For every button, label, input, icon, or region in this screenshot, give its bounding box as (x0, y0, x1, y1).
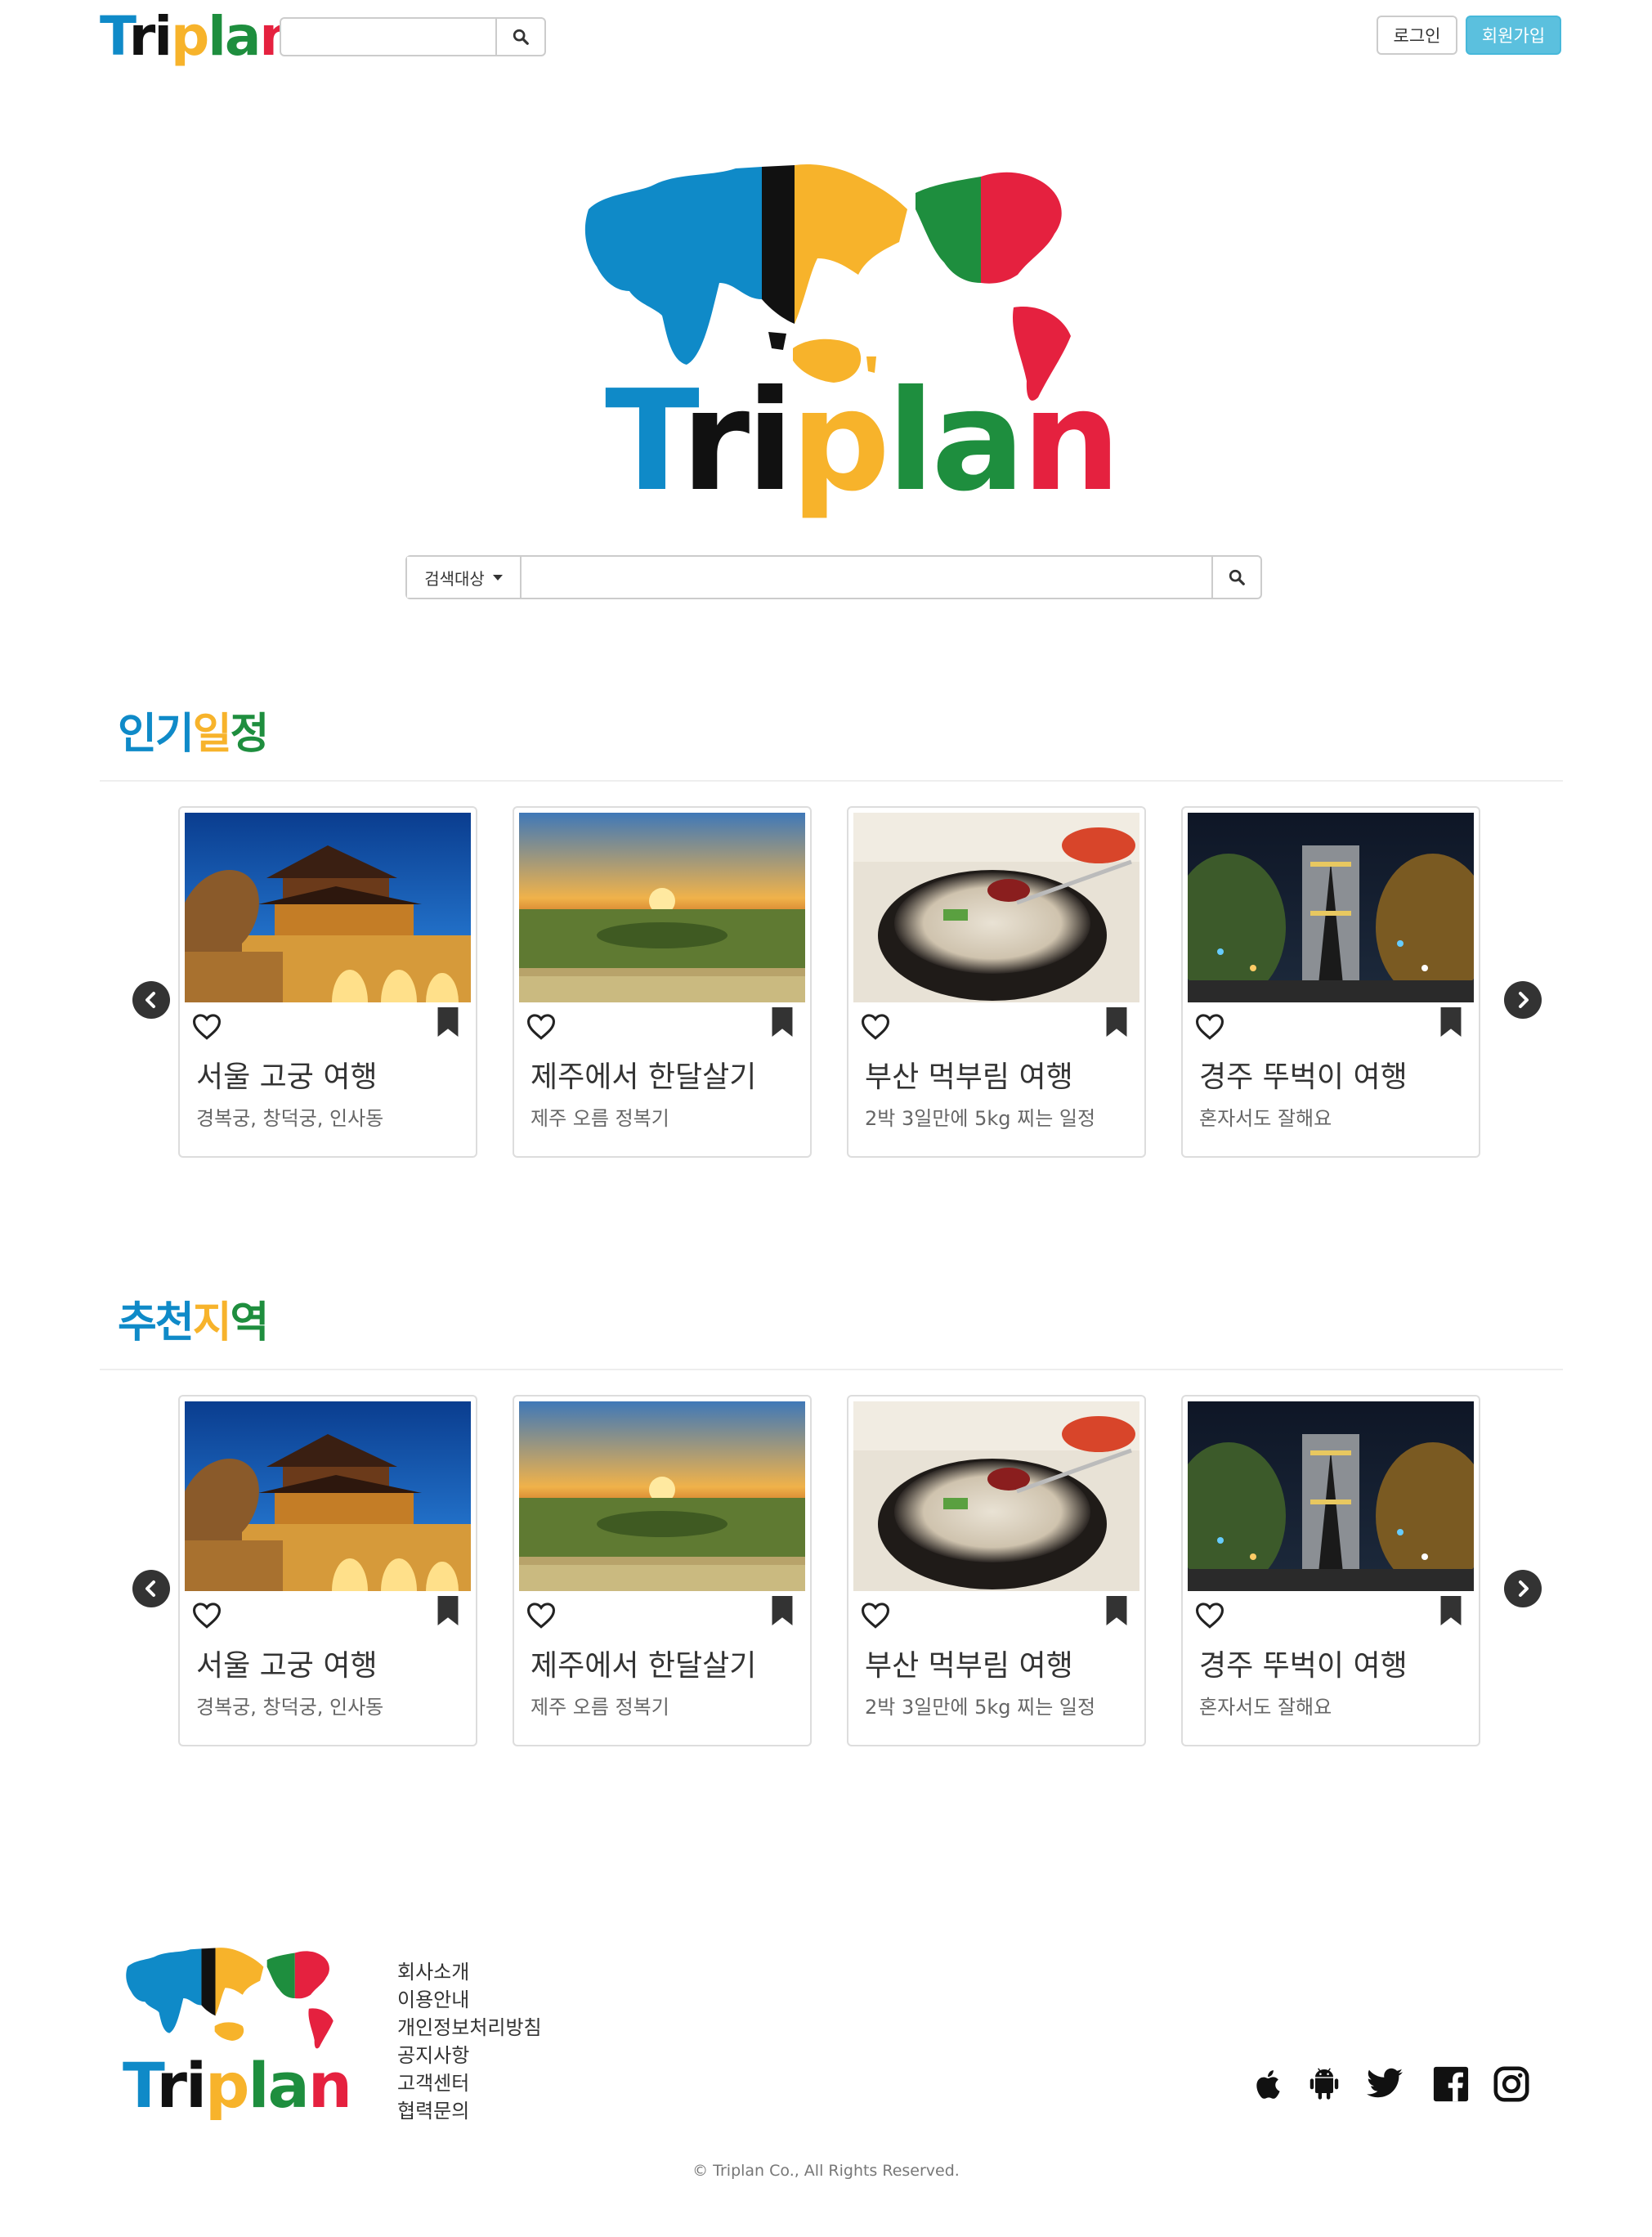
card-title: 서울 고궁 여행 (196, 1649, 378, 1683)
card-title: 제주에서 한달살기 (531, 1060, 757, 1094)
footer-map-logo (126, 1948, 334, 2049)
main-search: 검색대상 (405, 555, 1262, 599)
card-subtitle: 제주 오름 정복기 (531, 1696, 669, 1719)
trip-card[interactable]: 경주 뚜벅이 여행혼자서도 잘해요 (1181, 1395, 1480, 1746)
bookmark-icon[interactable] (1439, 1596, 1462, 1629)
section-title-part: 인기 (118, 710, 195, 759)
heart-icon[interactable] (1194, 1012, 1225, 1043)
gukbap-soup-image[interactable] (853, 813, 1139, 1002)
trip-card[interactable]: 서울 고궁 여행경복궁, 창덕궁, 인사동 (178, 806, 477, 1158)
header-search-input[interactable] (281, 19, 495, 55)
chevron-left-icon (146, 992, 155, 1008)
footer-link-notice[interactable]: 공지사항 (397, 2042, 542, 2069)
carousel-next-button[interactable] (1504, 981, 1542, 1019)
section-title-part: 일 (192, 710, 232, 759)
card-subtitle: 제주 오름 정복기 (531, 1107, 669, 1130)
bookmark-icon[interactable] (1105, 1596, 1128, 1629)
bookmark-icon[interactable] (771, 1596, 794, 1629)
footer-link-support[interactable]: 고객센터 (397, 2069, 542, 2097)
palace-night-image[interactable] (185, 813, 471, 1002)
heart-icon[interactable] (1194, 1601, 1225, 1632)
android-icon[interactable] (1306, 2064, 1342, 2104)
search-target-dropdown[interactable]: 검색대상 (407, 557, 522, 598)
trip-card[interactable]: 부산 먹부림 여행 2박 3일만에 5kg 찌는 일정 (847, 1395, 1146, 1746)
section-title-part: 역 (230, 1298, 270, 1347)
section-title-part: 지 (192, 1298, 232, 1347)
heart-icon[interactable] (526, 1601, 557, 1632)
heart-icon[interactable] (191, 1601, 222, 1632)
card-title: 부산 먹부림 여행 (865, 1649, 1073, 1683)
trip-card[interactable]: 서울 고궁 여행경복궁, 창덕궁, 인사동 (178, 1395, 477, 1746)
instagram-icon[interactable] (1493, 2064, 1530, 2104)
signup-button[interactable]: 회원가입 (1466, 16, 1561, 55)
footer-link-about[interactable]: 회사소개 (397, 1958, 542, 1986)
section-title-part: 정 (230, 710, 270, 759)
footer-link-partnership[interactable]: 협력문의 (397, 2097, 542, 2125)
copyright-text: © Triplan Co., All Rights Reserved. (692, 2162, 960, 2180)
card-title: 경주 뚜벅이 여행 (1199, 1649, 1408, 1683)
footer-link-guide[interactable]: 이용안내 (397, 1986, 542, 2014)
heart-icon[interactable] (526, 1012, 557, 1043)
card-subtitle: 경복궁, 창덕궁, 인사동 (196, 1107, 384, 1130)
bookmark-icon[interactable] (437, 1007, 459, 1040)
popular-schedules-title: 인기일정 (118, 710, 270, 759)
main-search-input[interactable] (523, 557, 1210, 598)
chevron-left-icon (146, 1580, 155, 1597)
palace-night-image[interactable] (185, 1401, 471, 1591)
main-search-button[interactable] (1211, 557, 1260, 598)
footer-logo-text: Triplan (123, 2049, 352, 2122)
apple-icon[interactable] (1251, 2064, 1287, 2104)
recommended-regions-title: 추천지역 (118, 1298, 270, 1347)
facebook-icon[interactable] (1432, 2064, 1470, 2104)
card-title: 서울 고궁 여행 (196, 1060, 378, 1094)
chevron-right-icon (1519, 1580, 1529, 1597)
gukbap-soup-image[interactable] (853, 1401, 1139, 1591)
twitter-icon[interactable] (1363, 2064, 1406, 2104)
card-subtitle: 2박 3일만에 5kg 찌는 일정 (865, 1107, 1096, 1130)
card-title: 경주 뚜벅이 여행 (1199, 1060, 1408, 1094)
header-logo[interactable]: Triplan (100, 5, 298, 69)
card-title: 부산 먹부림 여행 (865, 1060, 1073, 1094)
bookmark-icon[interactable] (771, 1007, 794, 1040)
search-target-label: 검색대상 (424, 568, 485, 589)
chevron-right-icon (1519, 992, 1529, 1008)
footer-links: 회사소개 이용안내 개인정보처리방침 공지사항 고객센터 협력문의 (397, 1958, 542, 2125)
hero-logo-text: Triplan (605, 361, 1121, 522)
bookmark-icon[interactable] (1439, 1007, 1462, 1040)
card-title: 제주에서 한달살기 (531, 1649, 757, 1683)
gyeongju-tower-image[interactable] (1188, 1401, 1474, 1591)
section-divider (100, 1369, 1563, 1370)
heart-icon[interactable] (860, 1601, 891, 1632)
header-search-button[interactable] (495, 19, 544, 55)
footer-link-privacy[interactable]: 개인정보처리방침 (397, 2014, 542, 2042)
login-button[interactable]: 로그인 (1377, 16, 1457, 55)
bookmark-icon[interactable] (1105, 1007, 1128, 1040)
gyeongju-tower-image[interactable] (1188, 813, 1474, 1002)
card-subtitle: 혼자서도 잘해요 (1199, 1696, 1332, 1719)
trip-card[interactable]: 제주에서 한달살기제주 오름 정복기 (513, 1395, 812, 1746)
search-icon (513, 29, 529, 45)
carousel-prev-button[interactable] (132, 1570, 170, 1607)
carousel-prev-button[interactable] (132, 981, 170, 1019)
card-subtitle: 경복궁, 창덕궁, 인사동 (196, 1696, 384, 1719)
section-divider (100, 780, 1563, 782)
bookmark-icon[interactable] (437, 1596, 459, 1629)
search-icon (1229, 569, 1245, 585)
carousel-next-button[interactable] (1504, 1570, 1542, 1607)
caret-down-icon (492, 574, 503, 581)
card-subtitle: 혼자서도 잘해요 (1199, 1107, 1332, 1130)
heart-icon[interactable] (860, 1012, 891, 1043)
jeju-sunset-image[interactable] (519, 1401, 805, 1591)
header-search (280, 17, 546, 56)
card-subtitle: 2박 3일만에 5kg 찌는 일정 (865, 1696, 1096, 1719)
section-title-part: 추천 (118, 1298, 195, 1347)
trip-card[interactable]: 경주 뚜벅이 여행혼자서도 잘해요 (1181, 806, 1480, 1158)
heart-icon[interactable] (191, 1012, 222, 1043)
jeju-sunset-image[interactable] (519, 813, 805, 1002)
trip-card[interactable]: 제주에서 한달살기제주 오름 정복기 (513, 806, 812, 1158)
trip-card[interactable]: 부산 먹부림 여행 2박 3일만에 5kg 찌는 일정 (847, 806, 1146, 1158)
